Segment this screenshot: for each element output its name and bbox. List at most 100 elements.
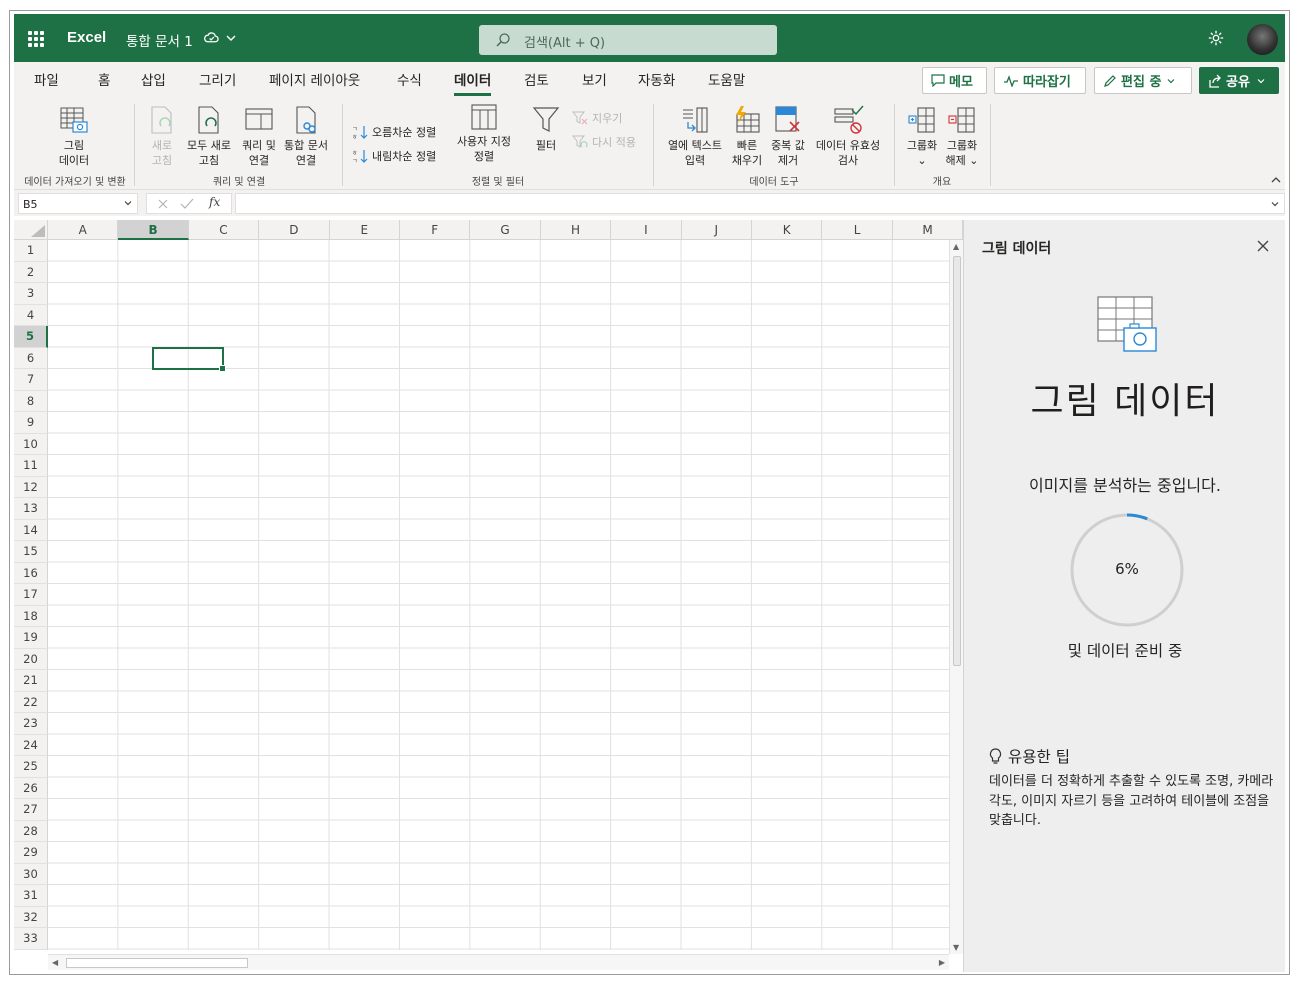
tab-review[interactable]: 검토 <box>524 69 549 89</box>
row-header[interactable]: 32 <box>14 906 48 928</box>
column-header[interactable]: M <box>892 220 963 240</box>
row-header[interactable]: 18 <box>14 605 48 627</box>
name-box[interactable]: B5 <box>18 193 138 214</box>
gear-icon[interactable] <box>1207 29 1225 47</box>
ungroup-button[interactable]: 그룹화 해제 ⌄ <box>942 104 982 168</box>
row-header[interactable]: 9 <box>14 412 48 434</box>
row-header[interactable]: 1 <box>14 240 48 262</box>
row-header[interactable]: 33 <box>14 928 48 950</box>
scroll-up-icon[interactable]: ▲ <box>953 242 959 251</box>
scroll-left-icon[interactable]: ◀ <box>52 958 58 967</box>
tab-home[interactable]: 홈 <box>98 69 110 89</box>
app-name[interactable]: Excel <box>67 29 106 46</box>
row-header[interactable]: 15 <box>14 541 48 563</box>
filter-button[interactable]: 필터 <box>529 104 563 153</box>
picture-data-button[interactable]: 그림 데이터 <box>52 104 96 168</box>
row-header[interactable]: 3 <box>14 283 48 305</box>
data-validation-button[interactable]: 데이터 유효성 검사 <box>810 104 886 168</box>
active-cell[interactable] <box>152 347 226 372</box>
row-header[interactable]: 5 <box>14 326 48 348</box>
editing-mode-button[interactable]: 편집 중 <box>1094 67 1192 94</box>
row-header[interactable]: 30 <box>14 863 48 885</box>
cancel-icon[interactable] <box>157 198 169 210</box>
enter-check-icon[interactable] <box>180 198 194 210</box>
chevron-down-icon[interactable] <box>123 198 133 208</box>
column-header[interactable]: F <box>400 220 471 240</box>
refresh-button[interactable]: 새로 고침 <box>144 104 180 168</box>
tab-file[interactable]: 파일 <box>34 69 59 89</box>
sort-descending-button[interactable]: ㅎㄱ 내림차순 정렬 <box>352 148 436 164</box>
row-header[interactable]: 11 <box>14 455 48 477</box>
catch-up-button[interactable]: 따라잡기 <box>994 67 1086 94</box>
flash-fill-button[interactable]: 빠른 채우기 <box>728 104 766 168</box>
row-header[interactable]: 25 <box>14 756 48 778</box>
select-all-corner[interactable] <box>14 220 48 240</box>
sort-ascending-button[interactable]: ㄱㅎ 오름차순 정렬 <box>352 124 436 140</box>
tab-draw[interactable]: 그리기 <box>199 69 236 89</box>
tab-page-layout[interactable]: 페이지 레이아웃 <box>269 69 360 89</box>
row-header[interactable]: 8 <box>14 390 48 412</box>
scroll-right-icon[interactable]: ▶ <box>939 958 945 967</box>
column-header[interactable]: A <box>48 220 119 240</box>
insert-function-button[interactable]: fx <box>209 195 220 209</box>
row-header[interactable]: 13 <box>14 498 48 520</box>
row-header[interactable]: 29 <box>14 842 48 864</box>
custom-sort-button[interactable]: 사용자 지정 정렬 <box>452 102 516 164</box>
row-header[interactable]: 31 <box>14 885 48 907</box>
cell-area[interactable] <box>48 240 949 950</box>
column-header[interactable]: L <box>822 220 893 240</box>
collapse-ribbon-icon[interactable] <box>1270 174 1282 186</box>
row-header[interactable]: 22 <box>14 691 48 713</box>
column-header[interactable]: D <box>259 220 330 240</box>
column-header[interactable]: K <box>752 220 823 240</box>
row-header[interactable]: 7 <box>14 369 48 391</box>
tab-automate[interactable]: 자동화 <box>638 69 675 89</box>
horizontal-scroll-thumb[interactable] <box>66 958 248 968</box>
row-header[interactable]: 21 <box>14 670 48 692</box>
column-header[interactable]: C <box>188 220 260 240</box>
reapply-button[interactable]: 다시 적용 <box>572 134 636 150</box>
tab-view[interactable]: 보기 <box>582 69 607 89</box>
row-header[interactable]: 19 <box>14 627 48 649</box>
row-header[interactable]: 20 <box>14 648 48 670</box>
column-header[interactable]: B <box>118 220 189 240</box>
row-header[interactable]: 28 <box>14 820 48 842</box>
refresh-all-button[interactable]: 모두 새로 고침 <box>184 104 234 168</box>
row-header[interactable]: 10 <box>14 433 48 455</box>
app-launcher-icon[interactable] <box>28 31 44 47</box>
remove-duplicates-button[interactable]: 중복 값 제거 <box>768 104 808 168</box>
row-header[interactable]: 27 <box>14 799 48 821</box>
row-header[interactable]: 17 <box>14 584 48 606</box>
queries-connections-button[interactable]: 쿼리 및 연결 <box>238 104 280 168</box>
expand-formula-icon[interactable] <box>1270 199 1280 209</box>
row-header[interactable]: 12 <box>14 476 48 498</box>
row-header[interactable]: 6 <box>14 347 48 369</box>
document-name[interactable]: 통합 문서 1 <box>126 30 193 50</box>
row-header[interactable]: 26 <box>14 777 48 799</box>
tab-formulas[interactable]: 수식 <box>397 69 422 89</box>
comments-button[interactable]: 메모 <box>922 67 987 94</box>
row-header[interactable]: 23 <box>14 713 48 735</box>
avatar[interactable] <box>1247 24 1278 55</box>
vertical-scroll-thumb[interactable] <box>953 256 961 666</box>
chevron-down-icon[interactable] <box>225 32 237 44</box>
column-header[interactable]: J <box>681 220 752 240</box>
workbook-links-button[interactable]: 통합 문서 연결 <box>280 104 332 168</box>
text-to-columns-button[interactable]: 열에 텍스트 입력 <box>662 104 728 168</box>
formula-input[interactable] <box>235 193 1285 214</box>
share-button[interactable]: 공유 <box>1199 67 1279 94</box>
clear-filter-button[interactable]: 지우기 <box>572 110 622 126</box>
row-header[interactable]: 14 <box>14 519 48 541</box>
row-header[interactable]: 2 <box>14 261 48 283</box>
tab-insert[interactable]: 삽입 <box>141 69 166 89</box>
row-header[interactable]: 16 <box>14 562 48 584</box>
vertical-scrollbar[interactable]: ▲ ▼ <box>949 240 963 954</box>
row-header[interactable]: 4 <box>14 304 48 326</box>
column-header[interactable]: I <box>611 220 682 240</box>
search-box[interactable]: 검색(Alt + Q) <box>479 25 777 55</box>
tab-help[interactable]: 도움말 <box>708 69 745 89</box>
close-icon[interactable] <box>1257 240 1269 252</box>
column-header[interactable]: H <box>540 220 612 240</box>
column-header[interactable]: E <box>329 220 400 240</box>
scroll-down-icon[interactable]: ▼ <box>953 943 959 952</box>
